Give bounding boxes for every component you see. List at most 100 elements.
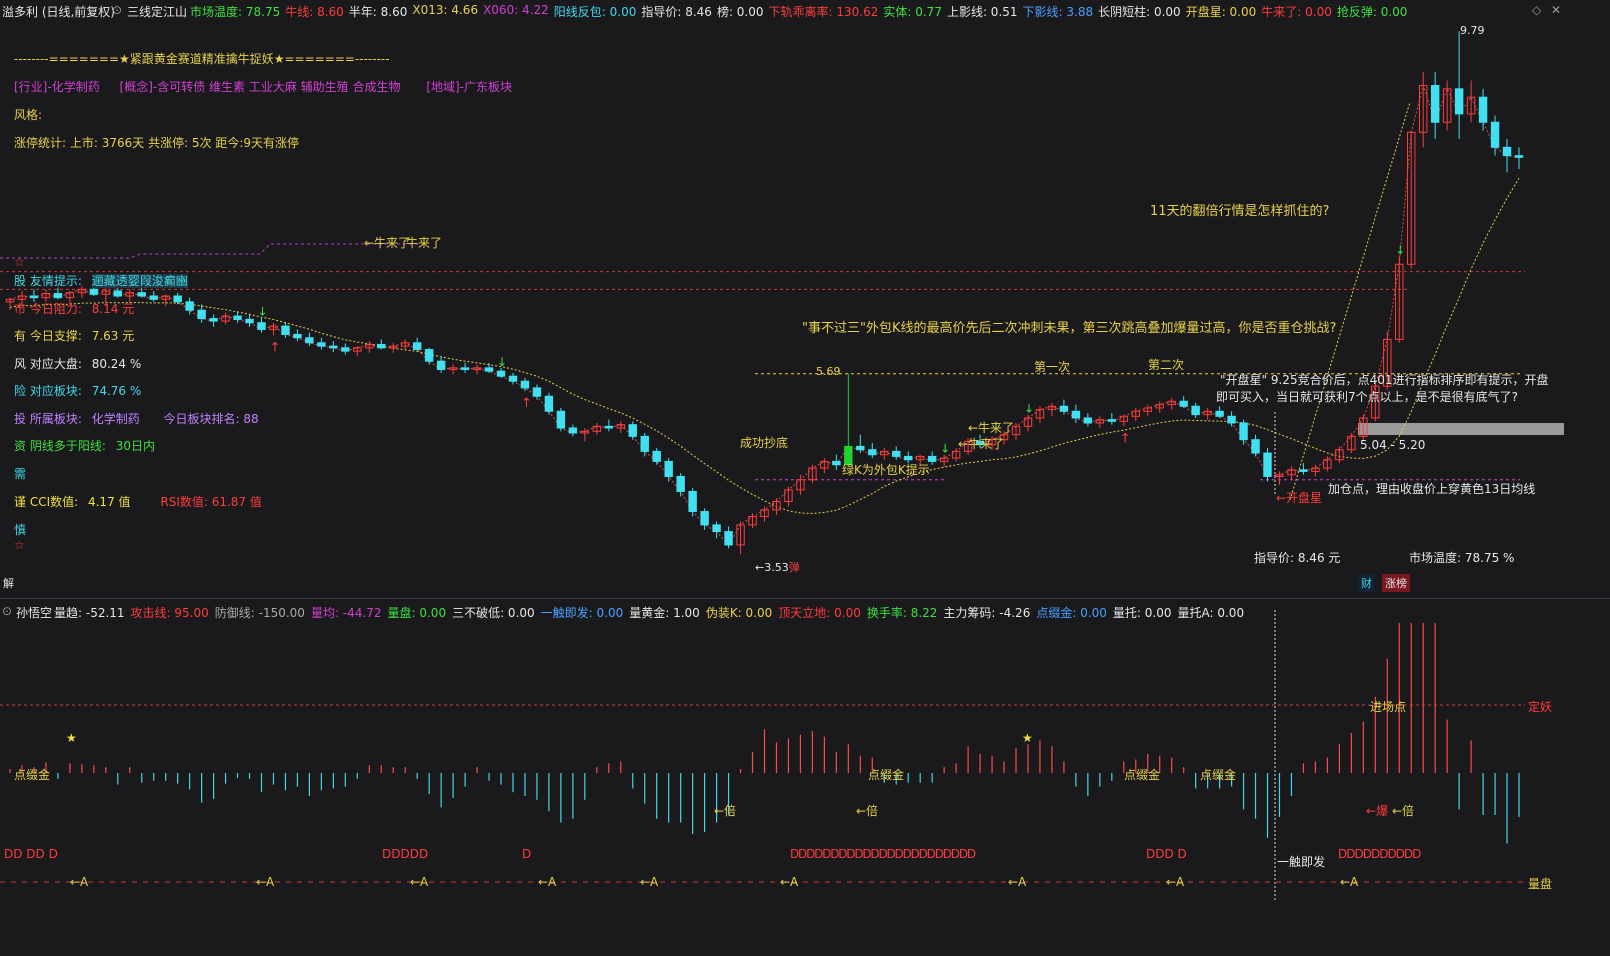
panel-indicator-9: 顶天立地: 0.00 [778, 606, 861, 620]
candle-body-7 [89, 288, 99, 295]
panel-indicator-11: 主力筹码: -4.26 [943, 606, 1031, 620]
industry-prefix: 投 所属板块: [14, 412, 82, 426]
candle-body-14 [173, 295, 182, 303]
candle-body-60 [724, 531, 733, 546]
candle-body-72 [868, 449, 877, 456]
d-marks-2: DDDDD [382, 847, 429, 861]
first-attempt-label: 第一次 [1034, 360, 1071, 374]
vol-pan-label: 量盘 [1528, 877, 1553, 891]
bull-signal-b: 牛来了 [406, 236, 443, 250]
candle-body-28 [341, 347, 350, 352]
candle-body-53 [640, 435, 649, 452]
d-marks-4: DDDDDDDDDDDDDDDDDDDDDDD [790, 847, 976, 861]
candle-body-101 [1215, 410, 1224, 417]
candle-body-27 [329, 345, 338, 349]
candle-body-21 [257, 322, 266, 330]
candle-body-34 [412, 342, 422, 350]
industry-row: 投 所属板块: 化学制药 今日板块排名: 88 [14, 410, 265, 427]
candle-body-98 [1179, 400, 1188, 407]
candle-body-47 [568, 427, 578, 434]
candle-body-25 [305, 337, 314, 344]
candle-body-75 [904, 455, 913, 461]
candle-body-103 [1239, 422, 1248, 441]
panel-indicator-13: 量托: 0.00 [1112, 606, 1172, 620]
buy-arrow-1: ↑ [521, 396, 532, 411]
dot-gold-label-2: 点缀金 [868, 768, 905, 782]
candle-body-55 [664, 460, 673, 477]
candle-body-31 [377, 343, 386, 349]
indicator-dropdown-icon[interactable]: ⊙ [2, 604, 12, 618]
d-marks-3: D [522, 847, 532, 861]
d-marks-6: DDDDDDDDDD [1338, 847, 1421, 861]
candle-body-59 [712, 524, 721, 533]
double-label-2: ←倍 [856, 804, 879, 818]
range-label: 5.04 - 5.20 [1360, 438, 1426, 452]
d-marks-5: DDD D [1146, 847, 1187, 861]
trigger-label: 一触即发 [1277, 855, 1326, 869]
support-prefix: 有 今日支撑: [14, 329, 82, 343]
panel-indicator-1: 攻击线: 95.00 [130, 606, 209, 620]
candle-body-43 [520, 380, 530, 389]
candle-body-105 [1263, 452, 1272, 477]
yinline-value: 30日内 [115, 439, 155, 453]
explode-label: ←爆 [1366, 804, 1389, 818]
resistance-prefix: 市 今日阻力: [14, 302, 82, 316]
candle-body-121 [1454, 88, 1464, 115]
industry-tag[interactable]: [行业]-化学制药 [14, 80, 100, 94]
green-arrow-2: ↓ [940, 442, 950, 456]
candle-body-71 [856, 445, 865, 451]
entry-label: 进场点 [1370, 700, 1407, 714]
a-mark-8: ←A [1166, 875, 1185, 889]
price-353-suffix: 弹 [788, 561, 800, 574]
d-marks-1: DD DD D [4, 847, 58, 861]
candle-body-99 [1191, 405, 1200, 416]
double-label-3: ←倍 [1392, 804, 1415, 818]
a-mark-1: ←A [70, 875, 89, 889]
candle-body-38 [460, 367, 470, 371]
green-arrow-0: ↓ [257, 305, 267, 319]
cautious-label: 慎 [14, 523, 27, 537]
open-star-note-2: 即可买入，当日就可获利7个点以上，是不是很有底气了? [1216, 390, 1519, 404]
indicator-name[interactable]: 孙悟空 [16, 604, 52, 621]
close-trend-line [9, 83, 1520, 546]
yinline-row: 资 阴线多于阳线: 30日内 [14, 437, 161, 454]
friendly-prefix: 股 友情提示: [14, 274, 82, 288]
rule-annotation: "事不过三"外包K线的最高价先后二次冲刺未果，第三次跳高叠加爆量过高，你是否重仓… [802, 321, 1337, 336]
bottom-star-icon: ☆ [14, 538, 25, 552]
panel-indicator-5: 三不破低: 0.00 [452, 606, 535, 620]
tab-cai[interactable]: 财 [1358, 574, 1375, 592]
buy-arrow-2: ↑ [1120, 431, 1131, 446]
candle-body-17 [209, 318, 218, 322]
tab-zhangbang[interactable]: 涨榜 [1382, 574, 1410, 592]
bottom-buy-label: 成功抄底 [740, 436, 789, 450]
side-tab[interactable]: 解 [0, 574, 17, 592]
a-mark-4: ←A [538, 875, 557, 889]
panel-divider[interactable] [0, 598, 1610, 599]
style-label: 风格: [14, 108, 43, 122]
candle-body-54 [652, 450, 661, 462]
panel-indicator-0: 量趋: -52.11 [54, 606, 125, 620]
concept-tag[interactable]: [概念]-含可转债 维生素 工业大麻 辅助生殖 合成生物 [120, 80, 401, 94]
support-row: 有 今日支撑: 7.63 元 [14, 327, 140, 344]
candle-body-26 [317, 342, 326, 347]
star-mark-icon: ☆ [14, 255, 25, 269]
candle-body-69 [832, 460, 841, 466]
indicator-panel-values: 量趋: -52.11 攻击线: 95.00 防御线: -150.00 量均: -44.… [54, 604, 1250, 621]
friendly-tip: 股 友情提示: 逦藏透婴叚浚癫豳 [14, 272, 194, 289]
rsi-label: RSI数值: 61.87 值 [160, 495, 262, 509]
market-row: 风 对应大盘: 80.24 % [14, 355, 147, 372]
gray-highlight-bar [1358, 423, 1564, 435]
panel-indicator-6: 一触即发: 0.00 [540, 606, 624, 620]
dot-gold-label-1: 点缀金 [14, 768, 51, 782]
fixed-label: 定妖 [1528, 700, 1553, 714]
sector-prefix: 险 对应板块: [14, 384, 82, 398]
open-star-note-1: "开盘星" 9.25竞合价后，点401进行指标排序即有提示，开盘 [1220, 373, 1549, 387]
panel-indicator-2: 防御线: -150.00 [214, 606, 305, 620]
panel-indicator-8: 伪装K: 0.00 [705, 606, 773, 620]
region-tag[interactable]: [地域]-广东板块 [426, 80, 512, 94]
panel-indicator-14: 量托A: 0.00 [1177, 606, 1245, 620]
cci-row: 谨 CCI数值: 4.17 值 RSI数值: 61.87 值 [14, 493, 268, 510]
candle-body-9 [113, 290, 122, 297]
a-mark-2: ←A [256, 875, 275, 889]
buy-arrow-0: ↑ [269, 340, 280, 355]
